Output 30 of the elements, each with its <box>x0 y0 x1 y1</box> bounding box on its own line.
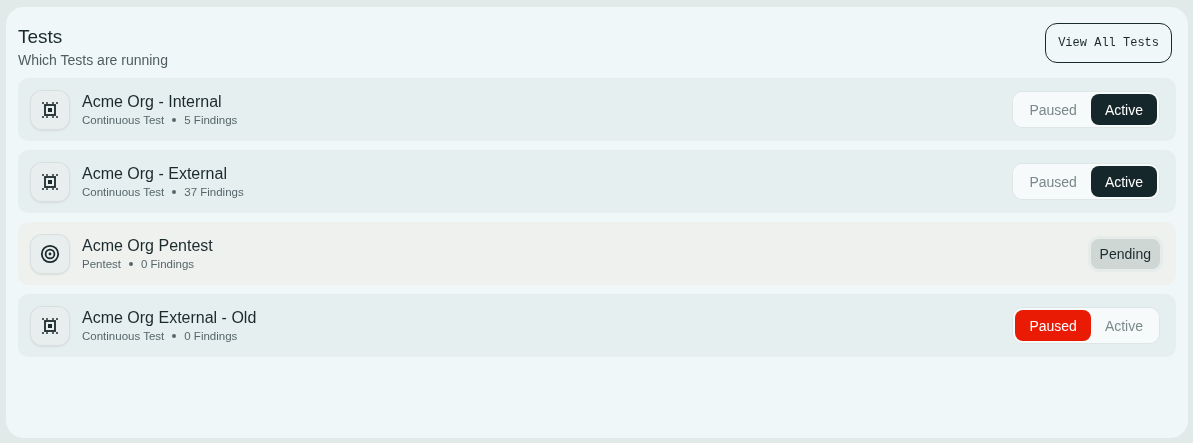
separator-dot-icon <box>172 334 177 338</box>
target-icon <box>30 233 70 274</box>
test-type: Continuous Test <box>82 330 165 342</box>
status-option[interactable]: Paused <box>1015 166 1091 197</box>
status-option[interactable]: Paused <box>1015 94 1091 125</box>
findings-count: 37 Findings <box>184 186 244 198</box>
test-name: Acme Org Pentest <box>82 237 214 255</box>
findings-count: 5 Findings <box>184 114 238 126</box>
test-name: Acme Org External - Old <box>82 309 258 327</box>
chip-icon <box>30 161 70 202</box>
status-option[interactable]: Paused <box>1015 310 1091 341</box>
findings-count: 0 Findings <box>141 258 195 270</box>
test-name: Acme Org - Internal <box>82 93 223 111</box>
separator-dot-icon <box>172 118 177 122</box>
test-type: Continuous Test <box>82 114 165 126</box>
status-option[interactable]: Active <box>1090 166 1157 197</box>
test-name: Acme Org - External <box>82 165 228 183</box>
findings-count: 0 Findings <box>184 330 238 342</box>
card-title: Tests <box>18 26 64 48</box>
card-subtitle: Which Tests are running <box>18 52 168 68</box>
chip-icon <box>30 305 70 346</box>
separator-dot-icon <box>172 190 177 194</box>
status-badge: Pending <box>1090 238 1160 269</box>
status-option[interactable]: Active <box>1090 310 1157 341</box>
view-all-button[interactable]: View All Tests <box>1045 23 1172 63</box>
chip-icon <box>30 89 70 130</box>
test-type: Continuous Test <box>82 186 165 198</box>
separator-dot-icon <box>129 262 133 266</box>
status-option[interactable]: Active <box>1090 94 1157 125</box>
test-type: Pentest <box>82 258 121 270</box>
